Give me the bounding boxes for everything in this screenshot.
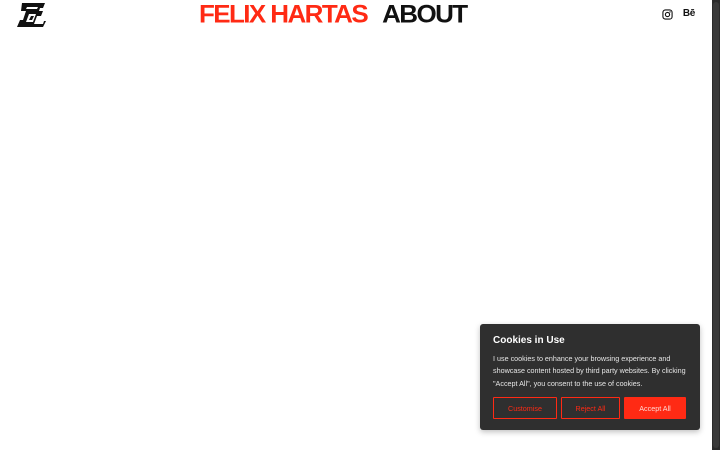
nav-link-about[interactable]: ABOUT: [382, 1, 468, 28]
cookie-actions: Customise Reject All Accept All: [493, 397, 686, 419]
instagram-icon[interactable]: [661, 7, 675, 21]
accept-all-button[interactable]: Accept All: [624, 397, 686, 419]
site-header: FELIX HARTAS ABOUT Bē: [0, 0, 712, 34]
scrollbar[interactable]: [712, 0, 720, 450]
fh-logo-icon[interactable]: [16, 2, 46, 28]
nav-link-felix-hartas[interactable]: FELIX HARTAS: [199, 1, 369, 28]
main-nav: FELIX HARTAS ABOUT: [199, 0, 468, 28]
cookie-banner: Cookies in Use I use cookies to enhance …: [480, 324, 700, 430]
cookie-banner-text: I use cookies to enhance your browsing e…: [493, 354, 686, 388]
reject-all-button[interactable]: Reject All: [561, 397, 620, 419]
customise-button[interactable]: Customise: [493, 397, 557, 419]
scrollbar-thumb[interactable]: [713, 2, 719, 448]
social-links: Bē: [661, 7, 695, 21]
cookie-banner-title: Cookies in Use: [493, 335, 565, 346]
behance-icon[interactable]: Bē: [683, 7, 695, 21]
